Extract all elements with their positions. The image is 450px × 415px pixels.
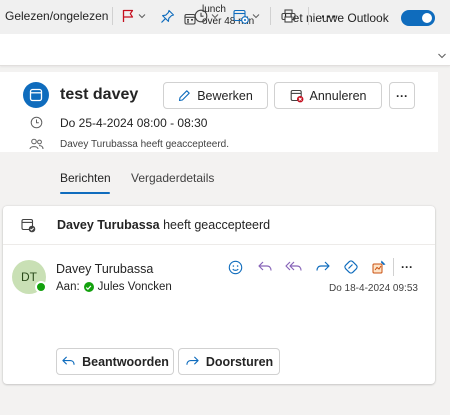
clock-icon — [30, 116, 43, 129]
edit-label: Bewerken — [197, 88, 253, 103]
forward-label: Doorsturen — [205, 354, 274, 369]
forward-button[interactable] — [314, 258, 332, 276]
event-status: Davey Turubassa heeft geaccepteerd. — [60, 139, 229, 150]
actions-divider — [393, 258, 394, 276]
card-divider — [3, 244, 435, 245]
new-outlook-toggle[interactable] — [401, 10, 435, 26]
calendar-settings-icon — [233, 9, 249, 24]
flag-icon — [121, 9, 135, 23]
event-title: test davey — [60, 86, 139, 103]
recipient-name[interactable]: Jules Voncken — [98, 281, 172, 293]
presence-check-icon — [83, 282, 94, 292]
message-header: Davey Turubassa heeft geaccepteerd — [57, 218, 270, 232]
reply-icon — [257, 260, 273, 274]
message-more-button[interactable]: ··· — [398, 258, 416, 276]
addin-button[interactable] — [370, 258, 388, 276]
reply-label: Beantwoorden — [82, 354, 169, 369]
loop-icon — [343, 259, 359, 275]
edit-event-button[interactable]: Bewerken — [163, 82, 268, 109]
presence-available-icon — [35, 281, 47, 293]
ribbon-divider — [308, 7, 309, 25]
chevron-down-icon — [211, 12, 219, 20]
ribbon-divider — [112, 7, 113, 25]
reply-button[interactable] — [256, 258, 274, 276]
read-unread-button[interactable]: Gelezen/ongelezen — [5, 9, 108, 23]
tab-messages[interactable]: Berichten — [60, 171, 111, 185]
calendar-cancel-icon — [290, 89, 304, 103]
pin-icon — [160, 9, 175, 24]
print-icon — [281, 9, 296, 23]
sender-name[interactable]: Davey Turubassa — [56, 262, 153, 276]
addin-icon — [371, 259, 387, 275]
reply-all-button[interactable] — [285, 258, 303, 276]
message-header-action: heeft geaccepteerd — [159, 218, 271, 232]
calendar-accepted-icon — [21, 218, 36, 233]
forward-icon — [185, 355, 200, 368]
rules-button[interactable] — [233, 7, 260, 25]
pin-button[interactable] — [160, 7, 175, 25]
forward-icon — [315, 260, 331, 274]
clock-icon — [194, 9, 208, 23]
ribbon-expand-chevron-icon[interactable] — [437, 52, 447, 60]
reply-icon — [61, 355, 76, 368]
event-date-time: Do 25-4-2024 08:00 - 08:30 — [60, 116, 208, 130]
cancel-label: Annuleren — [309, 88, 367, 103]
calendar-event-icon — [23, 82, 49, 108]
message-header-name: Davey Turubassa — [57, 218, 160, 232]
cancel-event-button[interactable]: Annuleren — [274, 82, 382, 109]
people-icon — [29, 138, 44, 150]
recipient-line: Aan: Jules Voncken — [56, 281, 172, 293]
loop-component-button[interactable] — [342, 258, 360, 276]
to-label: Aan: — [56, 281, 80, 293]
chevron-down-icon — [138, 12, 146, 20]
tab-meeting-details[interactable]: Vergaderdetails — [131, 171, 214, 185]
chevron-down-icon — [252, 12, 260, 20]
active-tab-indicator — [60, 192, 110, 194]
pencil-icon — [178, 89, 191, 102]
ribbon-toolbar — [0, 34, 450, 66]
ribbon-more-button[interactable]: ··· — [321, 7, 338, 25]
print-button[interactable] — [281, 7, 296, 25]
snooze-button[interactable] — [194, 7, 219, 25]
reaction-button[interactable] — [226, 258, 244, 276]
toggle-knob — [422, 13, 432, 23]
ribbon-divider — [270, 7, 271, 25]
forward-bottom-button[interactable]: Doorsturen — [178, 348, 280, 375]
event-more-button[interactable]: ··· — [389, 82, 415, 109]
flag-button[interactable] — [121, 7, 146, 25]
reply-bottom-button[interactable]: Beantwoorden — [56, 348, 174, 375]
reply-all-icon — [285, 260, 303, 274]
smiley-icon — [228, 260, 243, 275]
message-date: Do 18-4-2024 09:53 — [329, 283, 418, 294]
